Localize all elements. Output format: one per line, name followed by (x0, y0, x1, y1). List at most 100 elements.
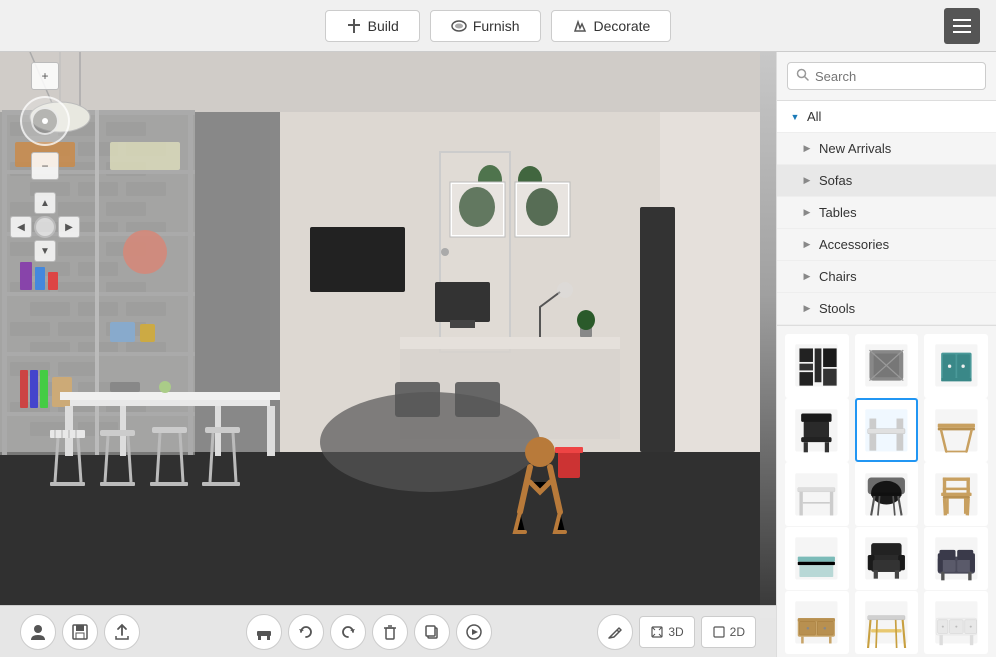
right-controls: 3D 2D (597, 614, 756, 650)
profile-button[interactable] (20, 614, 56, 650)
accessories-arrow: ▶ (801, 239, 813, 251)
category-item-tables[interactable]: ▶ Tables (777, 197, 996, 229)
all-arrow: ▼ (789, 111, 801, 123)
copy-icon (423, 623, 441, 641)
search-bar (777, 52, 996, 101)
sofas-arrow: ▶ (801, 175, 813, 187)
center-controls (246, 614, 492, 650)
undo-icon (297, 623, 315, 641)
product-item-chair-dark[interactable] (785, 398, 849, 462)
3d-icon (650, 625, 664, 639)
redo-button[interactable] (330, 614, 366, 650)
product-item-sideboard-wood[interactable] (785, 591, 849, 655)
pan-up-button[interactable]: ▲ (34, 192, 56, 214)
redo-icon (339, 623, 357, 641)
left-controls (20, 614, 140, 650)
build-label: Build (368, 18, 399, 34)
right-panel: ▼ All ▶ New Arrivals ▶ Sofas ▶ Tables ▶ … (776, 52, 996, 657)
category-item-new-arrivals[interactable]: ▶ New Arrivals (777, 133, 996, 165)
decorate-label: Decorate (594, 18, 651, 34)
search-input-wrap[interactable] (787, 62, 986, 90)
compass[interactable] (20, 96, 70, 146)
product-item-cabinet-teal[interactable] (924, 334, 988, 398)
compass-inner (31, 107, 59, 135)
category-item-sofas[interactable]: ▶ Sofas (777, 165, 996, 197)
view-2d-label: 2D (730, 625, 745, 639)
pan-controls: ▲ ◀ ▶ ▼ (10, 192, 80, 262)
zoom-in-label: + (41, 69, 48, 83)
room-scene-svg (0, 52, 760, 657)
upload-icon (113, 623, 131, 641)
profile-icon (29, 623, 47, 641)
decorate-button[interactable]: Decorate (551, 10, 672, 42)
product-item-console-table[interactable] (855, 591, 919, 655)
hamburger-line-2 (953, 25, 971, 27)
view-3d-button[interactable]: 3D (639, 616, 694, 648)
furnish-button[interactable]: Furnish (430, 10, 541, 42)
category-item-all[interactable]: ▼ All (777, 101, 996, 133)
product-item-side-table-wood[interactable] (924, 398, 988, 462)
furniture-button[interactable] (246, 614, 282, 650)
save-button[interactable] (62, 614, 98, 650)
viewport[interactable]: + − ▲ ◀ ▶ ▼ (0, 52, 776, 657)
product-item-sofa-grey[interactable] (924, 527, 988, 591)
zoom-in-button[interactable]: + (31, 62, 59, 90)
product-item-teal-table[interactable] (785, 527, 849, 591)
category-item-stools[interactable]: ▶ Stools (777, 293, 996, 325)
hamburger-line-3 (953, 31, 971, 33)
product-item-tv-unit-white[interactable] (924, 591, 988, 655)
product-item-chair-black[interactable] (855, 462, 919, 526)
product-item-white-table[interactable] (785, 462, 849, 526)
delete-button[interactable] (372, 614, 408, 650)
new-arrivals-arrow: ▶ (801, 143, 813, 155)
product-item-coffee-table[interactable] (855, 398, 919, 462)
top-toolbar: Build Furnish Decorate (0, 0, 996, 52)
pan-down-button[interactable]: ▼ (34, 240, 56, 262)
category-new-arrivals-label: New Arrivals (819, 141, 891, 156)
copy-button[interactable] (414, 614, 450, 650)
delete-icon (381, 623, 399, 641)
save-icon (71, 623, 89, 641)
category-tables-label: Tables (819, 205, 857, 220)
category-sofas-label: Sofas (819, 173, 852, 188)
category-chairs-label: Chairs (819, 269, 857, 284)
zoom-out-button[interactable]: − (31, 152, 59, 180)
product-item-chair-natural[interactable] (924, 462, 988, 526)
decorate-icon (572, 18, 588, 34)
products-grid (777, 326, 996, 657)
menu-button[interactable] (944, 8, 980, 44)
search-input[interactable] (815, 69, 977, 84)
undo-button[interactable] (288, 614, 324, 650)
view-3d-label: 3D (668, 625, 683, 639)
product-item-armchair-dark[interactable] (855, 527, 919, 591)
play-button[interactable] (456, 614, 492, 650)
furnish-label: Furnish (473, 18, 520, 34)
build-icon (346, 18, 362, 34)
category-item-accessories[interactable]: ▶ Accessories (777, 229, 996, 261)
compass-dot (42, 118, 48, 124)
upload-button[interactable] (104, 614, 140, 650)
bottom-toolbar: 3D 2D (0, 605, 776, 657)
category-list: ▼ All ▶ New Arrivals ▶ Sofas ▶ Tables ▶ … (777, 101, 996, 326)
stools-arrow: ▶ (801, 303, 813, 315)
product-item-cushion[interactable] (855, 334, 919, 398)
room-background (0, 52, 776, 657)
pan-left-button[interactable]: ◀ (10, 216, 32, 238)
tables-arrow: ▶ (801, 207, 813, 219)
pan-center (34, 216, 56, 238)
pan-right-button[interactable]: ▶ (58, 216, 80, 238)
view-2d-button[interactable]: 2D (701, 616, 756, 648)
pencil-button[interactable] (597, 614, 633, 650)
chairs-arrow: ▶ (801, 271, 813, 283)
zoom-out-label: − (41, 159, 48, 173)
product-item-wall-art[interactable] (785, 334, 849, 398)
viewport-controls: + − ▲ ◀ ▶ ▼ (10, 62, 80, 262)
build-button[interactable]: Build (325, 10, 420, 42)
category-stools-label: Stools (819, 301, 855, 316)
category-accessories-label: Accessories (819, 237, 889, 252)
furnish-icon (451, 18, 467, 34)
search-icon (796, 68, 809, 84)
pencil-icon (606, 623, 624, 641)
furniture-icon (255, 623, 273, 641)
category-item-chairs[interactable]: ▶ Chairs (777, 261, 996, 293)
